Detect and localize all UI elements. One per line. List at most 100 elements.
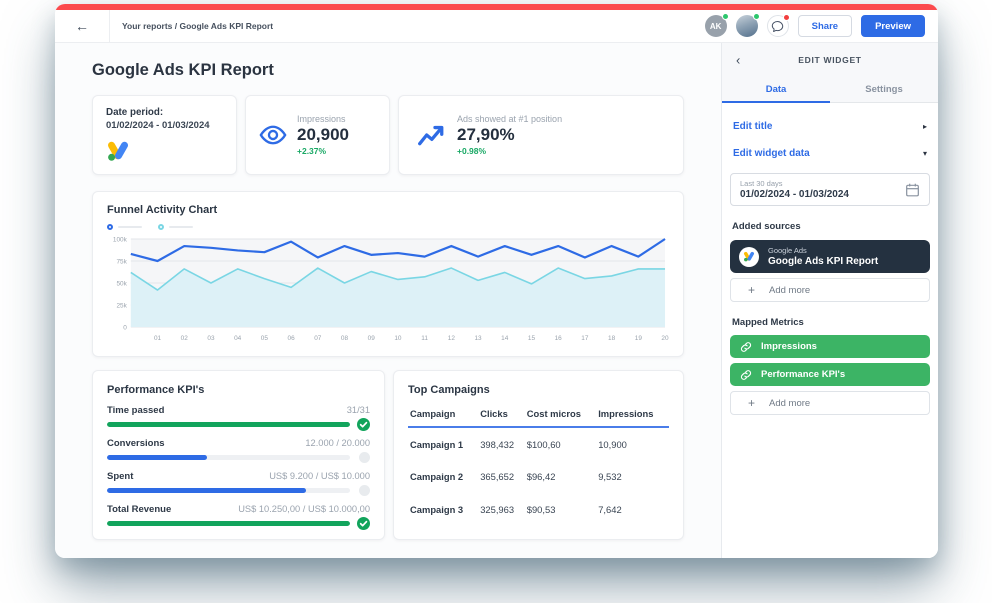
mapped-metrics-label: Mapped Metrics <box>730 317 930 328</box>
svg-text:02: 02 <box>181 335 189 342</box>
progress-track <box>107 422 350 427</box>
table-row: Campaign 3 325,963 $90,53 7,642 <box>408 493 669 526</box>
cell-clicks: 398,432 <box>478 427 525 460</box>
kpi-label: Conversions <box>107 438 165 449</box>
svg-text:0: 0 <box>123 324 127 331</box>
legend-series-1[interactable] <box>107 224 142 230</box>
avatar-photo[interactable] <box>736 15 758 37</box>
back-arrow-icon: ← <box>75 19 89 33</box>
edit-title-row[interactable]: Edit title ▸ <box>730 113 930 140</box>
status-check-icon <box>356 517 370 530</box>
svg-text:05: 05 <box>261 335 269 342</box>
page-title: Google Ads KPI Report <box>92 61 684 80</box>
source-app-label: Google Ads <box>768 246 878 255</box>
avatar-initials[interactable]: AK <box>705 15 727 37</box>
add-more-label: Add more <box>769 285 810 296</box>
legend-line <box>118 226 142 228</box>
report-canvas: Google Ads KPI Report Date period: 01/02… <box>55 43 721 558</box>
impressions-meta: Impressions 20,900 +2.37% <box>297 114 349 156</box>
date-period-widget[interactable]: Date period: 01/02/2024 - 01/03/2024 <box>92 95 237 175</box>
status-check-icon <box>356 418 370 431</box>
column-header: Impressions <box>596 402 669 427</box>
panel-back-button[interactable]: ‹ <box>736 53 740 66</box>
position-meta: Ads showed at #1 position 27,90% +0.98% <box>457 114 562 156</box>
impressions-delta: +2.37% <box>297 146 349 156</box>
date-range-field[interactable]: Last 30 days 01/02/2024 - 01/03/2024 <box>730 173 930 206</box>
metric-impressions[interactable]: Impressions <box>730 335 930 358</box>
performance-kpi-widget[interactable]: Performance KPI's Time passed 31/31 <box>92 370 385 540</box>
progress-track <box>107 521 350 526</box>
cell-campaign: Campaign 3 <box>408 493 478 526</box>
cell-impressions: 9,532 <box>596 460 669 493</box>
calendar-icon[interactable] <box>905 182 920 197</box>
svg-text:17: 17 <box>581 335 589 342</box>
kpi-value: US$ 9.200 / US$ 10.000 <box>269 471 370 481</box>
impressions-widget[interactable]: Impressions 20,900 +2.37% <box>245 95 390 175</box>
metric-label: Performance KPI's <box>761 369 845 380</box>
chat-bubble-icon <box>771 20 784 33</box>
svg-text:01: 01 <box>154 335 162 342</box>
presence-dot <box>722 13 729 20</box>
chart-legend <box>107 224 669 230</box>
preview-button[interactable]: Preview <box>861 15 925 37</box>
kpi-row: Date period: 01/02/2024 - 01/03/2024 Im <box>92 95 684 175</box>
funnel-activity-widget[interactable]: Funnel Activity Chart 025k50k75k100k0102… <box>92 191 684 357</box>
cell-campaign: Campaign 2 <box>408 460 478 493</box>
svg-text:14: 14 <box>501 335 509 342</box>
position-widget[interactable]: Ads showed at #1 position 27,90% +0.98% <box>398 95 684 175</box>
edit-widget-data-row[interactable]: Edit widget data ▾ <box>730 140 930 167</box>
add-metric-button[interactable]: + Add more <box>730 391 930 415</box>
table-header-row: Campaign Clicks Cost micros Impressions <box>408 402 669 427</box>
added-sources-label: Added sources <box>730 221 930 232</box>
kpi-label: Spent <box>107 471 133 482</box>
kpi-value: 12.000 / 20.000 <box>305 438 370 448</box>
preview-button-label: Preview <box>875 21 911 32</box>
metric-label: Impressions <box>761 341 817 352</box>
progress-fill <box>107 422 350 427</box>
tab-settings[interactable]: Settings <box>830 76 938 102</box>
position-value: 27,90% <box>457 125 562 145</box>
svg-text:03: 03 <box>207 335 215 342</box>
breadcrumb[interactable]: Your reports / Google Ads KPI Report <box>122 21 273 31</box>
progress-track <box>107 455 350 460</box>
app-window: ← Your reports / Google Ads KPI Report A… <box>55 4 938 558</box>
svg-text:75k: 75k <box>116 258 127 265</box>
tab-data[interactable]: Data <box>722 76 830 102</box>
chat-button[interactable] <box>767 15 789 37</box>
performance-title: Performance KPI's <box>107 384 370 396</box>
top-campaigns-widget[interactable]: Top Campaigns Campaign Clicks Cost micro… <box>393 370 684 540</box>
metric-performance-kpis[interactable]: Performance KPI's <box>730 363 930 386</box>
date-range-preset: Last 30 days <box>740 179 920 188</box>
source-name-label: Google Ads KPI Report <box>768 256 878 267</box>
kpi-label: Time passed <box>107 405 164 416</box>
cell-clicks: 325,963 <box>478 493 525 526</box>
plus-icon: + <box>748 397 755 409</box>
svg-text:20: 20 <box>661 335 669 342</box>
cell-cost: $96,42 <box>525 460 596 493</box>
add-source-button[interactable]: + Add more <box>730 278 930 302</box>
svg-text:08: 08 <box>341 335 349 342</box>
back-button[interactable]: ← <box>55 10 110 42</box>
notification-dot <box>783 14 790 21</box>
panel-body: Edit title ▸ Edit widget data ▾ Last 30 … <box>722 103 938 558</box>
source-google-ads[interactable]: Google Ads Google Ads KPI Report <box>730 240 930 273</box>
impressions-value: 20,900 <box>297 125 349 145</box>
share-button-label: Share <box>812 21 838 32</box>
kpi-value: 31/31 <box>347 405 370 415</box>
cell-campaign: Campaign 1 <box>408 427 478 460</box>
funnel-line-chart: 025k50k75k100k01020304050607080910111213… <box>107 232 669 344</box>
link-icon <box>740 369 752 381</box>
kpi-value: US$ 10.250,00 / US$ 10.000,00 <box>238 504 370 514</box>
link-icon <box>740 341 752 353</box>
panel-tabs: Data Settings <box>722 76 938 103</box>
legend-series-2[interactable] <box>158 224 193 230</box>
svg-text:15: 15 <box>528 335 536 342</box>
chevron-right-icon: ▸ <box>923 122 927 131</box>
eye-icon <box>259 121 287 149</box>
date-period-value: 01/02/2024 - 01/03/2024 <box>106 120 223 131</box>
svg-text:04: 04 <box>234 335 242 342</box>
svg-text:16: 16 <box>555 335 563 342</box>
share-button[interactable]: Share <box>798 15 852 37</box>
legend-marker-icon <box>158 224 164 230</box>
cell-clicks: 365,652 <box>478 460 525 493</box>
